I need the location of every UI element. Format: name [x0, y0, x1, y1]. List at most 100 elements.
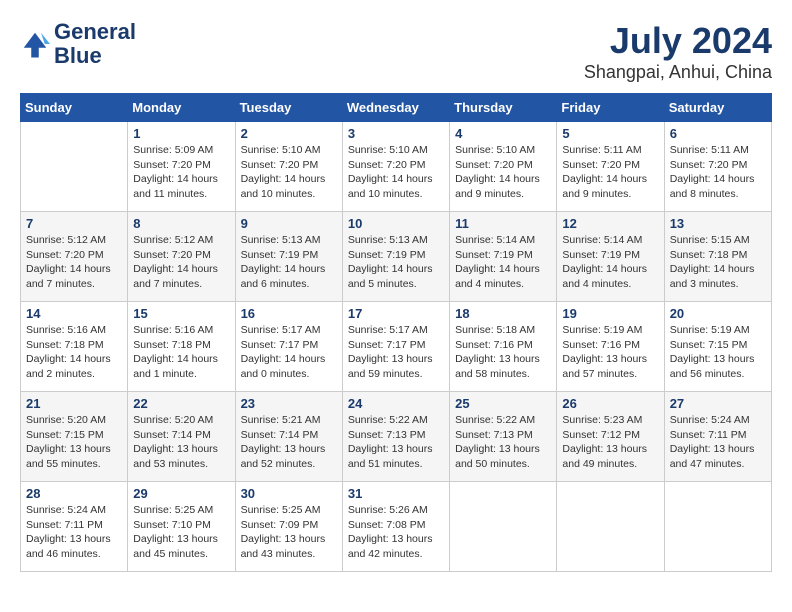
calendar-cell: 2Sunrise: 5:10 AM Sunset: 7:20 PM Daylig…	[235, 122, 342, 212]
calendar-cell: 31Sunrise: 5:26 AM Sunset: 7:08 PM Dayli…	[342, 482, 449, 572]
week-row-1: 1 Sunrise: 5:09 AM Sunset: 7:20 PM Daylig…	[21, 122, 772, 212]
day-info: Sunrise: 5:13 AM Sunset: 7:19 PM Dayligh…	[348, 233, 444, 292]
day-info: Sunrise: 5:16 AM Sunset: 7:18 PM Dayligh…	[26, 323, 122, 382]
day-number: 9	[241, 216, 337, 231]
day-info: Sunrise: 5:16 AM Sunset: 7:18 PM Dayligh…	[133, 323, 229, 382]
day-info: Sunrise: 5:12 AM Sunset: 7:20 PM Dayligh…	[133, 233, 229, 292]
day-info: Sunrise: 5:18 AM Sunset: 7:16 PM Dayligh…	[455, 323, 551, 382]
calendar-cell: 12 Sunrise: 5:14 AM Sunset: 7:19 PM Dayli…	[557, 212, 664, 302]
day-info: Sunrise: 5:14 AM Sunset: 7:19 PM Dayligh…	[562, 233, 658, 292]
calendar-cell: 25 Sunrise: 5:22 AM Sunset: 7:13 PM Dayli…	[450, 392, 557, 482]
calendar-cell: 27 Sunrise: 5:24 AM Sunset: 7:11 PM Dayli…	[664, 392, 771, 482]
calendar-cell	[557, 482, 664, 572]
calendar-cell: 7 Sunrise: 5:12 AM Sunset: 7:20 PM Daylig…	[21, 212, 128, 302]
day-number: 16	[241, 306, 337, 321]
day-info: Sunrise: 5:10 AM Sunset: 7:20 PM Dayligh…	[455, 143, 551, 202]
day-info: Sunrise: 5:20 AM Sunset: 7:15 PM Dayligh…	[26, 413, 122, 472]
calendar-cell: 30 Sunrise: 5:25 AM Sunset: 7:09 PM Dayli…	[235, 482, 342, 572]
logo-icon	[20, 29, 50, 59]
day-info: Sunrise: 5:24 AM Sunset: 7:11 PM Dayligh…	[670, 413, 766, 472]
logo-line2: Blue	[54, 44, 136, 68]
day-info: Sunrise: 5:10 AM Sunset: 7:20 PM Dayligh…	[348, 143, 444, 202]
day-number: 30	[241, 486, 337, 501]
day-number: 27	[670, 396, 766, 411]
day-number: 10	[348, 216, 444, 231]
day-number: 18	[455, 306, 551, 321]
calendar-cell: 6 Sunrise: 5:11 AM Sunset: 7:20 PM Daylig…	[664, 122, 771, 212]
day-info: Sunrise: 5:14 AM Sunset: 7:19 PM Dayligh…	[455, 233, 551, 292]
day-number: 4	[455, 126, 551, 141]
day-info: Sunrise: 5:13 AM Sunset: 7:19 PM Dayligh…	[241, 233, 337, 292]
logo: General Blue	[20, 20, 136, 68]
day-header-wednesday: Wednesday	[342, 94, 449, 122]
calendar-cell: 10 Sunrise: 5:13 AM Sunset: 7:19 PM Dayli…	[342, 212, 449, 302]
day-number: 6	[670, 126, 766, 141]
calendar-cell: 29 Sunrise: 5:25 AM Sunset: 7:10 PM Dayli…	[128, 482, 235, 572]
calendar-cell: 15 Sunrise: 5:16 AM Sunset: 7:18 PM Dayli…	[128, 302, 235, 392]
day-info: Sunrise: 5:19 AM Sunset: 7:15 PM Dayligh…	[670, 323, 766, 382]
day-info: Sunrise: 5:17 AM Sunset: 7:17 PM Dayligh…	[348, 323, 444, 382]
day-info: Sunrise: 5:25 AM Sunset: 7:10 PM Dayligh…	[133, 503, 229, 562]
day-number: 17	[348, 306, 444, 321]
day-number: 3	[348, 126, 444, 141]
calendar-body: 1 Sunrise: 5:09 AM Sunset: 7:20 PM Daylig…	[21, 122, 772, 572]
calendar-header: SundayMondayTuesdayWednesdayThursdayFrid…	[21, 94, 772, 122]
main-title: July 2024	[584, 20, 772, 62]
day-number: 20	[670, 306, 766, 321]
day-info: Sunrise: 5:17 AM Sunset: 7:17 PM Dayligh…	[241, 323, 337, 382]
week-row-4: 21 Sunrise: 5:20 AM Sunset: 7:15 PM Dayli…	[21, 392, 772, 482]
day-header-saturday: Saturday	[664, 94, 771, 122]
day-info: Sunrise: 5:26 AM Sunset: 7:08 PM Dayligh…	[348, 503, 444, 562]
day-info: Sunrise: 5:22 AM Sunset: 7:13 PM Dayligh…	[348, 413, 444, 472]
day-info: Sunrise: 5:23 AM Sunset: 7:12 PM Dayligh…	[562, 413, 658, 472]
day-info: Sunrise: 5:09 AM Sunset: 7:20 PM Dayligh…	[133, 143, 229, 202]
calendar-cell	[21, 122, 128, 212]
day-number: 11	[455, 216, 551, 231]
calendar-table: SundayMondayTuesdayWednesdayThursdayFrid…	[20, 93, 772, 572]
day-info: Sunrise: 5:11 AM Sunset: 7:20 PM Dayligh…	[562, 143, 658, 202]
day-header-thursday: Thursday	[450, 94, 557, 122]
calendar-cell: 1 Sunrise: 5:09 AM Sunset: 7:20 PM Daylig…	[128, 122, 235, 212]
week-row-5: 28Sunrise: 5:24 AM Sunset: 7:11 PM Dayli…	[21, 482, 772, 572]
page-header: General Blue July 2024 Shangpai, Anhui, …	[20, 20, 772, 83]
day-number: 26	[562, 396, 658, 411]
day-info: Sunrise: 5:15 AM Sunset: 7:18 PM Dayligh…	[670, 233, 766, 292]
logo-line1: General	[54, 20, 136, 44]
calendar-cell: 26 Sunrise: 5:23 AM Sunset: 7:12 PM Dayli…	[557, 392, 664, 482]
calendar-cell: 19Sunrise: 5:19 AM Sunset: 7:16 PM Dayli…	[557, 302, 664, 392]
day-info: Sunrise: 5:11 AM Sunset: 7:20 PM Dayligh…	[670, 143, 766, 202]
calendar-cell: 24Sunrise: 5:22 AM Sunset: 7:13 PM Dayli…	[342, 392, 449, 482]
day-number: 12	[562, 216, 658, 231]
calendar-cell: 23 Sunrise: 5:21 AM Sunset: 7:14 PM Dayli…	[235, 392, 342, 482]
day-number: 15	[133, 306, 229, 321]
calendar-cell: 5Sunrise: 5:11 AM Sunset: 7:20 PM Daylig…	[557, 122, 664, 212]
day-number: 1	[133, 126, 229, 141]
day-info: Sunrise: 5:22 AM Sunset: 7:13 PM Dayligh…	[455, 413, 551, 472]
subtitle: Shangpai, Anhui, China	[584, 62, 772, 83]
day-number: 21	[26, 396, 122, 411]
day-info: Sunrise: 5:19 AM Sunset: 7:16 PM Dayligh…	[562, 323, 658, 382]
day-number: 29	[133, 486, 229, 501]
calendar-cell: 11 Sunrise: 5:14 AM Sunset: 7:19 PM Dayli…	[450, 212, 557, 302]
calendar-cell: 16 Sunrise: 5:17 AM Sunset: 7:17 PM Dayli…	[235, 302, 342, 392]
calendar-cell	[450, 482, 557, 572]
day-number: 14	[26, 306, 122, 321]
calendar-cell: 14 Sunrise: 5:16 AM Sunset: 7:18 PM Dayli…	[21, 302, 128, 392]
day-info: Sunrise: 5:25 AM Sunset: 7:09 PM Dayligh…	[241, 503, 337, 562]
calendar-cell	[664, 482, 771, 572]
calendar-cell: 8Sunrise: 5:12 AM Sunset: 7:20 PM Daylig…	[128, 212, 235, 302]
day-number: 25	[455, 396, 551, 411]
calendar-cell: 13 Sunrise: 5:15 AM Sunset: 7:18 PM Dayli…	[664, 212, 771, 302]
title-block: July 2024 Shangpai, Anhui, China	[584, 20, 772, 83]
calendar-cell: 22Sunrise: 5:20 AM Sunset: 7:14 PM Dayli…	[128, 392, 235, 482]
day-number: 23	[241, 396, 337, 411]
calendar-cell: 17 Sunrise: 5:17 AM Sunset: 7:17 PM Dayli…	[342, 302, 449, 392]
calendar-cell: 21 Sunrise: 5:20 AM Sunset: 7:15 PM Dayli…	[21, 392, 128, 482]
day-number: 13	[670, 216, 766, 231]
day-info: Sunrise: 5:12 AM Sunset: 7:20 PM Dayligh…	[26, 233, 122, 292]
day-info: Sunrise: 5:21 AM Sunset: 7:14 PM Dayligh…	[241, 413, 337, 472]
calendar-cell: 18 Sunrise: 5:18 AM Sunset: 7:16 PM Dayli…	[450, 302, 557, 392]
calendar-cell: 4 Sunrise: 5:10 AM Sunset: 7:20 PM Daylig…	[450, 122, 557, 212]
day-number: 28	[26, 486, 122, 501]
day-number: 7	[26, 216, 122, 231]
